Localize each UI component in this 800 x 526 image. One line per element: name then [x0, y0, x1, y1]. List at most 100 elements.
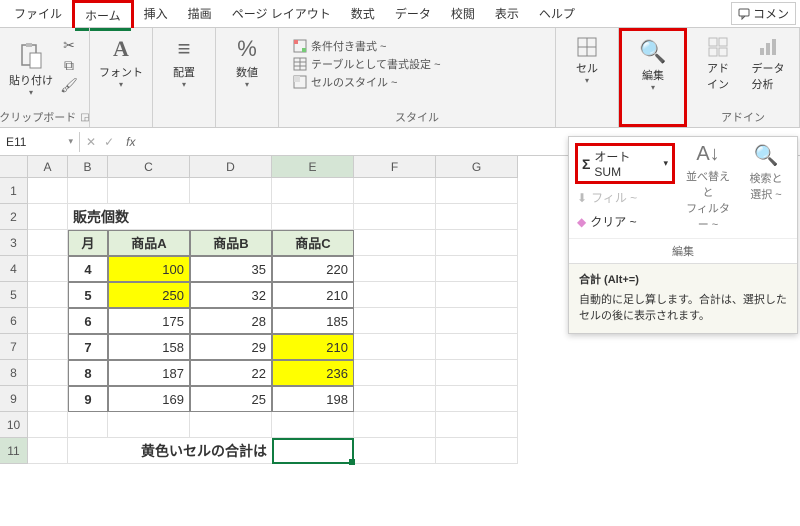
cell[interactable] [354, 334, 436, 360]
cell[interactable]: 9 [68, 386, 108, 412]
cell[interactable] [354, 204, 436, 230]
cell[interactable] [28, 256, 68, 282]
insert-function-button[interactable]: fx [122, 135, 139, 149]
menu-draw[interactable]: 描画 [178, 1, 222, 26]
cell[interactable]: 198 [272, 386, 354, 412]
col-header-a[interactable]: A [28, 156, 68, 178]
row-header[interactable]: 2 [0, 204, 28, 230]
menu-data[interactable]: データ [385, 1, 441, 26]
menu-file[interactable]: ファイル [4, 1, 72, 26]
col-header-d[interactable]: D [190, 156, 272, 178]
row-header[interactable]: 6 [0, 308, 28, 334]
cell[interactable] [436, 256, 518, 282]
cell[interactable]: 32 [190, 282, 272, 308]
cell[interactable] [108, 412, 190, 438]
cell[interactable] [28, 334, 68, 360]
cell[interactable]: 187 [108, 360, 190, 386]
menu-review[interactable]: 校閲 [441, 1, 485, 26]
menu-formulas[interactable]: 数式 [341, 1, 385, 26]
format-painter-button[interactable]: 🖌 [58, 76, 80, 94]
cell[interactable] [28, 230, 68, 256]
cell[interactable] [354, 230, 436, 256]
cell[interactable] [436, 438, 518, 464]
cell[interactable] [354, 412, 436, 438]
cell[interactable] [354, 308, 436, 334]
cell[interactable]: 7 [68, 334, 108, 360]
cell-selected[interactable] [272, 438, 354, 464]
cell[interactable]: 8 [68, 360, 108, 386]
cell[interactable]: 210 [272, 282, 354, 308]
confirm-formula-button[interactable]: ✓ [104, 135, 114, 149]
editing-button[interactable]: 🔍 編集 ▾ [628, 35, 678, 96]
cell[interactable]: 175 [108, 308, 190, 334]
cell[interactable] [28, 438, 68, 464]
cells-button[interactable]: セル ▾ [562, 32, 612, 89]
col-header-c[interactable]: C [108, 156, 190, 178]
cell[interactable] [190, 412, 272, 438]
menu-home[interactable]: ホーム [72, 0, 134, 28]
font-button[interactable]: A フォント ▾ [96, 32, 146, 93]
cell[interactable] [272, 204, 354, 230]
cell[interactable]: 28 [190, 308, 272, 334]
cell-title[interactable]: 販売個数 [68, 204, 190, 230]
cell[interactable]: 158 [108, 334, 190, 360]
cell[interactable] [28, 386, 68, 412]
cell[interactable] [28, 308, 68, 334]
cell[interactable]: 4 [68, 256, 108, 282]
alignment-button[interactable]: ≡ 配置 ▾ [159, 32, 209, 93]
cut-button[interactable]: ✂ [58, 36, 80, 54]
cell[interactable]: 6 [68, 308, 108, 334]
cell[interactable] [28, 178, 68, 204]
fill-button[interactable]: ⬇ フィル ~ [575, 187, 675, 208]
cell[interactable] [272, 412, 354, 438]
header-product-b[interactable]: 商品B [190, 230, 272, 256]
cell[interactable] [354, 438, 436, 464]
cell[interactable] [436, 386, 518, 412]
cell[interactable]: 250 [108, 282, 190, 308]
row-header[interactable]: 3 [0, 230, 28, 256]
cell[interactable] [28, 204, 68, 230]
cell[interactable] [436, 360, 518, 386]
menu-pagelayout[interactable]: ページ レイアウト [222, 1, 341, 26]
cell[interactable]: 100 [108, 256, 190, 282]
col-header-b[interactable]: B [68, 156, 108, 178]
cell-sum-label[interactable]: 黄色いセルの合計は [68, 438, 272, 464]
data-analysis-button[interactable]: データ 分析 [743, 32, 793, 96]
cell[interactable] [272, 178, 354, 204]
cell[interactable] [354, 178, 436, 204]
cell[interactable]: 35 [190, 256, 272, 282]
header-month[interactable]: 月 [68, 230, 108, 256]
row-header[interactable]: 11 [0, 438, 28, 464]
cell[interactable] [68, 178, 108, 204]
cell[interactable]: 25 [190, 386, 272, 412]
menu-view[interactable]: 表示 [485, 1, 529, 26]
cell[interactable]: 29 [190, 334, 272, 360]
row-header[interactable]: 4 [0, 256, 28, 282]
cell[interactable]: 236 [272, 360, 354, 386]
cell[interactable] [28, 360, 68, 386]
cell[interactable] [354, 256, 436, 282]
format-as-table-button[interactable]: テーブルとして書式設定 ~ [293, 56, 541, 72]
col-header-e[interactable]: E [272, 156, 354, 178]
row-header[interactable]: 7 [0, 334, 28, 360]
cell[interactable] [436, 282, 518, 308]
cell[interactable] [108, 178, 190, 204]
copy-button[interactable]: ⧉ [58, 56, 80, 74]
select-all-corner[interactable] [0, 156, 28, 178]
cell-styles-button[interactable]: セルのスタイル ~ [293, 74, 541, 90]
cell[interactable] [436, 204, 518, 230]
name-box[interactable]: E11 ▾ [0, 132, 80, 152]
row-header[interactable]: 9 [0, 386, 28, 412]
cell[interactable] [190, 204, 272, 230]
sort-filter-button[interactable]: A↓ 並べ替えと フィルター ~ [683, 143, 733, 232]
cell[interactable] [190, 178, 272, 204]
cell[interactable] [28, 282, 68, 308]
paste-button[interactable]: 貼り付け ▾ [6, 32, 56, 107]
cell[interactable] [436, 412, 518, 438]
cell[interactable]: 220 [272, 256, 354, 282]
cell[interactable] [68, 412, 108, 438]
conditional-formatting-button[interactable]: 条件付き書式 ~ [293, 38, 541, 54]
cell[interactable] [354, 282, 436, 308]
cell[interactable] [436, 230, 518, 256]
cancel-formula-button[interactable]: ✕ [86, 135, 96, 149]
